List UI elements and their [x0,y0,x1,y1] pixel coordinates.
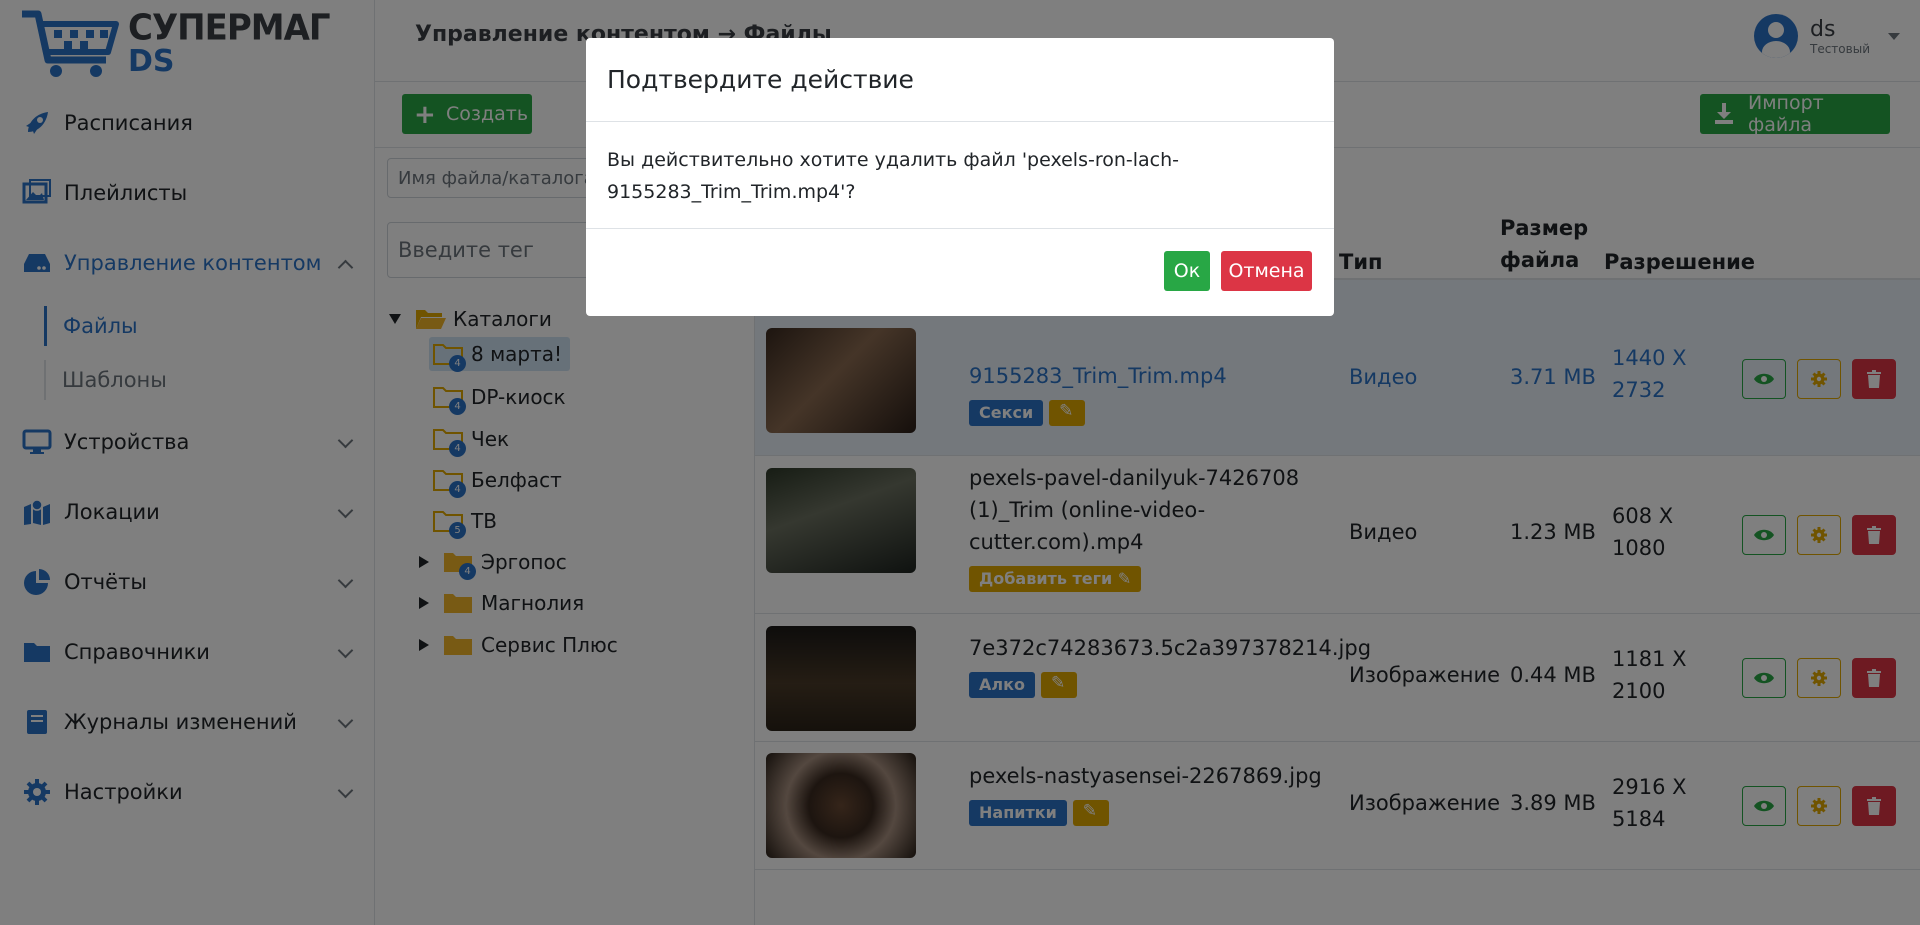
dialog-footer: Ок Отмена [586,228,1334,314]
dialog-message: Вы действительно хотите удалить файл 'pe… [607,149,1180,203]
cancel-button[interactable]: Отмена [1221,251,1312,291]
confirm-dialog: Подтвердите действие Вы действительно хо… [586,38,1334,316]
ok-button[interactable]: Ок [1164,251,1210,291]
dialog-title: Подтвердите действие [586,38,1334,122]
